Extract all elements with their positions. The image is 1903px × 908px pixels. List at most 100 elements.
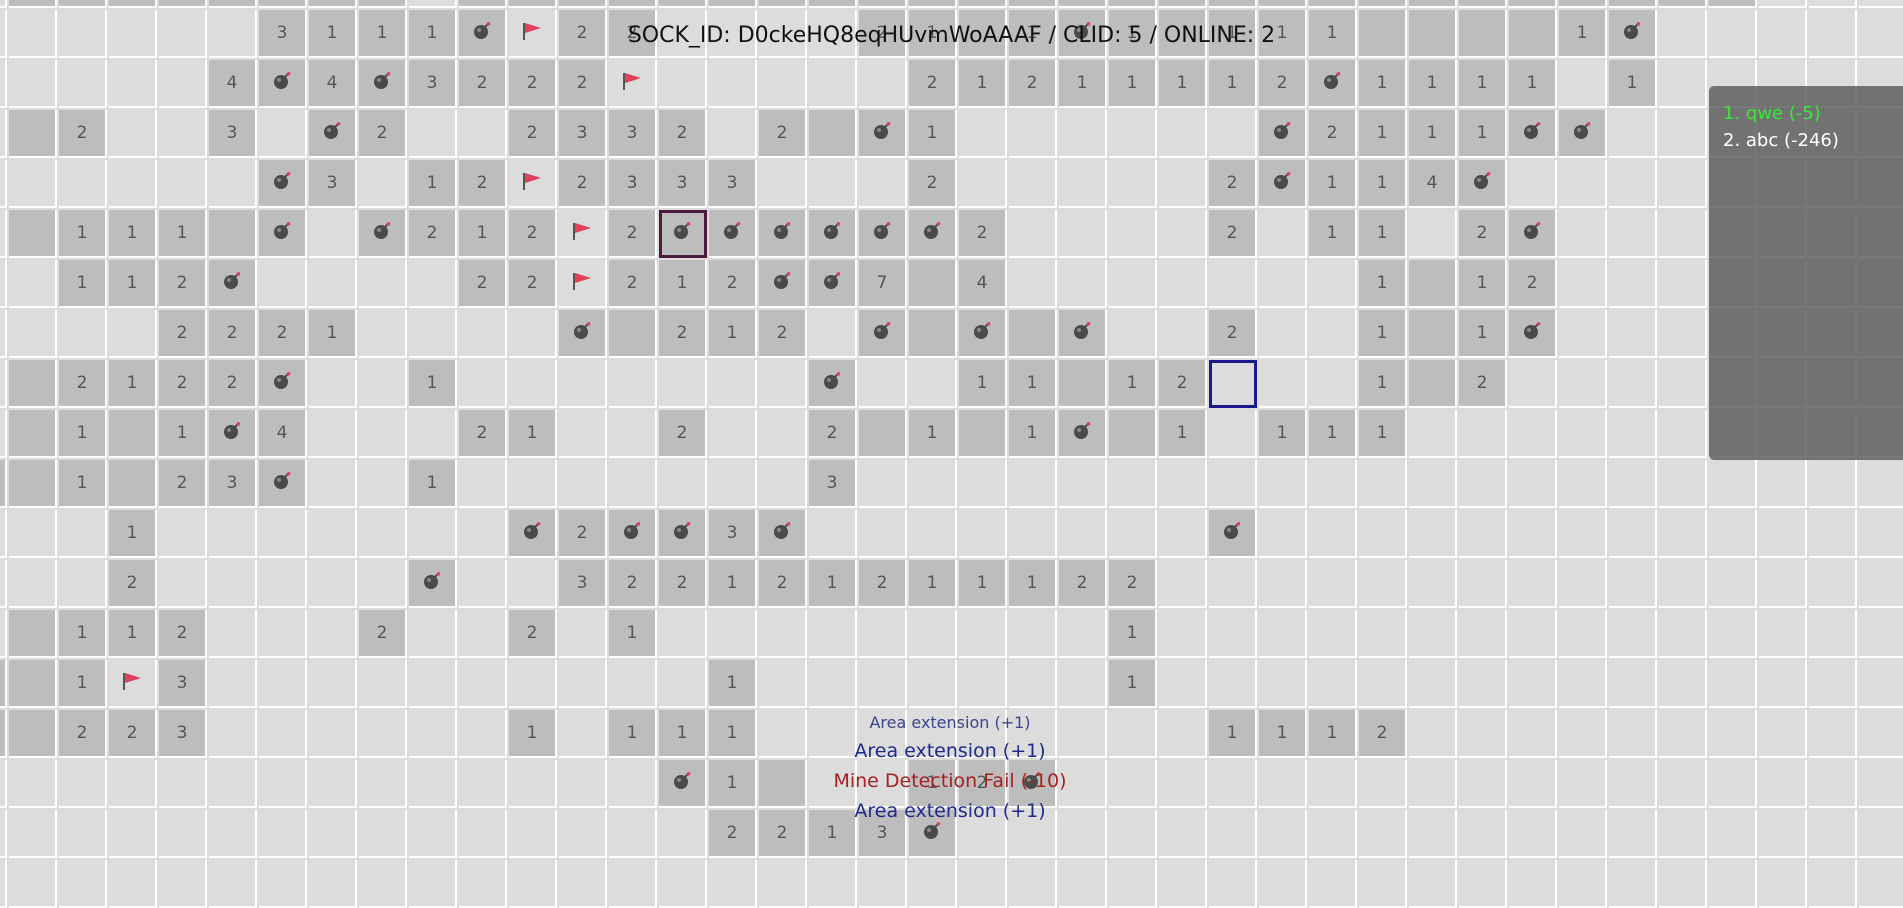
number-cell[interactable]: 1 [959, 60, 1007, 108]
closed-cell[interactable] [1509, 560, 1557, 608]
closed-cell[interactable] [1559, 810, 1607, 858]
mine-cell[interactable] [259, 160, 307, 208]
mine-cell[interactable] [209, 260, 257, 308]
number-cell[interactable]: 1 [1359, 160, 1407, 208]
number-cell[interactable]: 1 [659, 260, 707, 308]
closed-cell[interactable] [1659, 360, 1707, 408]
closed-cell[interactable] [659, 360, 707, 408]
empty-cell[interactable] [859, 0, 907, 8]
number-cell[interactable]: 1 [0, 460, 7, 508]
closed-cell[interactable] [1409, 710, 1457, 758]
closed-cell[interactable] [859, 710, 907, 758]
number-cell[interactable]: 7 [859, 260, 907, 308]
closed-cell[interactable] [1059, 510, 1107, 558]
closed-cell[interactable] [0, 760, 7, 808]
number-cell[interactable]: 2 [309, 0, 357, 8]
closed-cell[interactable] [1559, 460, 1607, 508]
number-cell[interactable]: 1 [709, 0, 757, 8]
closed-cell[interactable] [1059, 210, 1107, 258]
closed-cell[interactable] [659, 460, 707, 508]
empty-cell[interactable] [609, 310, 657, 358]
closed-cell[interactable] [1409, 610, 1457, 658]
mine-cell[interactable] [259, 360, 307, 408]
empty-cell[interactable] [9, 110, 57, 158]
closed-cell[interactable] [759, 460, 807, 508]
closed-cell[interactable] [1109, 210, 1157, 258]
closed-cell[interactable] [1709, 760, 1757, 808]
closed-cell[interactable] [1109, 860, 1157, 908]
closed-cell[interactable] [859, 460, 907, 508]
closed-cell[interactable] [959, 610, 1007, 658]
closed-cell[interactable] [659, 660, 707, 708]
closed-cell[interactable] [1559, 160, 1607, 208]
closed-cell[interactable] [209, 810, 257, 858]
closed-cell[interactable] [409, 860, 457, 908]
mine-cell[interactable] [559, 310, 607, 358]
closed-cell[interactable] [0, 810, 7, 858]
closed-cell[interactable] [759, 60, 807, 108]
number-cell[interactable]: 1 [1059, 60, 1107, 108]
closed-cell[interactable] [1209, 110, 1257, 158]
closed-cell[interactable] [409, 310, 457, 358]
empty-cell[interactable] [1409, 0, 1457, 8]
number-cell[interactable]: 2 [759, 110, 807, 158]
closed-cell[interactable] [859, 360, 907, 408]
number-cell[interactable]: 1 [1109, 660, 1157, 708]
number-cell[interactable]: 1 [709, 310, 757, 358]
closed-cell[interactable] [1659, 710, 1707, 758]
closed-cell[interactable] [509, 360, 557, 408]
closed-cell[interactable] [1609, 160, 1657, 208]
empty-cell[interactable] [9, 360, 57, 408]
closed-cell[interactable] [309, 860, 357, 908]
number-cell[interactable]: 1 [909, 410, 957, 458]
closed-cell[interactable] [809, 760, 857, 808]
closed-cell[interactable] [1659, 760, 1707, 808]
closed-cell[interactable] [359, 560, 407, 608]
mine-cell[interactable] [509, 510, 557, 558]
closed-cell[interactable] [459, 360, 507, 408]
closed-cell[interactable] [1009, 510, 1057, 558]
closed-cell[interactable] [1559, 210, 1607, 258]
mine-cell[interactable] [259, 210, 307, 258]
closed-cell[interactable] [159, 110, 207, 158]
closed-cell[interactable] [1409, 560, 1457, 608]
closed-cell[interactable] [1009, 210, 1057, 258]
empty-cell[interactable] [1309, 0, 1357, 8]
closed-cell[interactable] [1309, 560, 1357, 608]
closed-cell[interactable] [1159, 160, 1207, 208]
closed-cell[interactable] [309, 810, 357, 858]
closed-cell[interactable] [1259, 310, 1307, 358]
number-cell[interactable]: 2 [959, 210, 1007, 258]
closed-cell[interactable] [1059, 110, 1107, 158]
closed-cell[interactable] [9, 510, 57, 558]
mine-cell[interactable] [1059, 310, 1107, 358]
closed-cell[interactable] [0, 10, 7, 58]
closed-cell[interactable] [59, 310, 107, 358]
number-cell[interactable]: 3 [609, 110, 657, 158]
closed-cell[interactable] [1359, 760, 1407, 808]
number-cell[interactable]: 3 [559, 560, 607, 608]
closed-cell[interactable] [809, 660, 857, 708]
empty-cell[interactable] [759, 0, 807, 8]
closed-cell[interactable] [1409, 460, 1457, 508]
closed-cell[interactable] [409, 410, 457, 458]
closed-cell[interactable] [1309, 860, 1357, 908]
closed-cell[interactable] [1659, 660, 1707, 708]
empty-cell[interactable] [259, 0, 307, 8]
closed-cell[interactable] [109, 110, 157, 158]
number-cell[interactable]: 3 [309, 160, 357, 208]
mine-cell[interactable] [1459, 160, 1507, 208]
closed-cell[interactable] [1109, 510, 1157, 558]
closed-cell[interactable] [909, 460, 957, 508]
closed-cell[interactable] [1759, 760, 1807, 808]
number-cell[interactable]: 2 [609, 260, 657, 308]
closed-cell[interactable] [309, 760, 357, 808]
closed-cell[interactable] [359, 660, 407, 708]
closed-cell[interactable] [1509, 160, 1557, 208]
mine-cell[interactable] [359, 210, 407, 258]
number-cell[interactable]: 1 [1509, 60, 1557, 108]
closed-cell[interactable] [1159, 560, 1207, 608]
number-cell[interactable]: 2 [459, 410, 507, 458]
closed-cell[interactable] [0, 60, 7, 108]
closed-cell[interactable] [1159, 310, 1207, 358]
